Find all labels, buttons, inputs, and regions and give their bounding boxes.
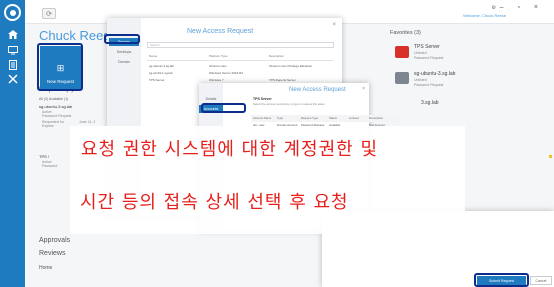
requests-tabs[interactable]: All (2) Available (1)	[39, 97, 68, 101]
column-header[interactable]: Platform Type	[209, 54, 227, 58]
nav-approvals[interactable]: Approvals	[39, 237, 70, 244]
tab-domain[interactable]: Domain	[109, 58, 139, 66]
column-header[interactable]: Lockout	[349, 116, 359, 120]
document-icon[interactable]	[5, 58, 20, 71]
logo-icon	[4, 4, 21, 21]
highlight-accounts-tab	[201, 103, 246, 113]
cell: sg-win19-1.sg.lab	[149, 71, 173, 75]
favorite-name[interactable]: sg-ubuntu-3.sg.lab	[414, 71, 455, 77]
cell: Windows Server 2019 R2	[209, 71, 244, 75]
indicator-dot	[549, 155, 552, 158]
nav-home[interactable]: Home	[39, 265, 52, 271]
server-icon	[395, 46, 409, 58]
nav-rail	[0, 0, 25, 287]
requested-time: June 14, 2	[79, 120, 96, 124]
cell: sg-ubuntu-3.sg.lab	[149, 64, 174, 68]
nav-reviews[interactable]: Reviews	[39, 250, 65, 257]
table-row[interactable]: sg-ubuntu-3.sg.lab Ubuntu Linux Ubuntu L…	[147, 63, 334, 70]
column-header[interactable]: Description	[269, 54, 284, 58]
column-header[interactable]: Status	[329, 116, 337, 120]
window-controls[interactable]: – ▫ ×	[500, 4, 544, 11]
cancel-button[interactable]: Cancel	[530, 276, 552, 285]
system-info: Select the account and policy or type to…	[253, 102, 325, 106]
cell: Ubuntu Linux Privilege Elevation	[269, 64, 313, 68]
annotation-overlay: 요청 권한 시스템에 대한 계정권한 및 시간 등의 접속 상세 선택 후 요청	[70, 126, 465, 234]
dialog-title: New Access Request	[187, 28, 254, 35]
annotation-line-1: 요청 권한 시스템에 대한 계정권한 및	[81, 139, 379, 160]
cell: Ubuntu Linux	[209, 64, 227, 68]
favorite-type: Password Request	[414, 56, 444, 60]
search-input[interactable]: Search	[147, 42, 334, 48]
favorite-type: Password Request	[414, 83, 444, 87]
column-header[interactable]: Account Name	[253, 116, 271, 120]
highlight-submit	[474, 273, 529, 287]
dialog-title: New Access Request	[289, 87, 346, 93]
welcome-text[interactable]: Welcome, Chuck Reese	[463, 13, 506, 18]
highlight-servers-tab	[104, 34, 140, 44]
cell: TPS Server	[149, 78, 165, 82]
column-header[interactable]: Type	[277, 116, 283, 120]
notification-icon[interactable]: ⚙	[492, 5, 496, 11]
favorite-name[interactable]: 3.sg.lab	[421, 100, 439, 106]
highlight-new-request	[37, 43, 83, 91]
cell: TPS Reports Server	[269, 78, 296, 82]
favorite-status: Unlisted	[414, 51, 427, 55]
request-item-name[interactable]: sg-ubuntu-3.sg.lab	[39, 104, 72, 109]
request-item-name[interactable]: TPS !	[39, 154, 49, 159]
refresh-button[interactable]: ⟳	[42, 8, 56, 19]
cell: Windows 7	[209, 78, 224, 82]
column-header[interactable]: Description	[369, 116, 383, 120]
close-icon[interactable]: ×	[362, 86, 365, 92]
tools-icon[interactable]	[5, 72, 20, 85]
grid-header: Account Name Type Request Type Status Lo…	[251, 115, 401, 122]
close-icon[interactable]: ×	[332, 22, 336, 28]
table-row[interactable]: sg-win19-1.sg.lab Windows Server 2019 R2	[147, 70, 334, 77]
server-icon	[395, 72, 409, 84]
expires-label: Expires	[42, 124, 54, 128]
annotation-line-2: 시간 등의 접속 상세 선택 후 요청	[80, 192, 349, 213]
home-icon[interactable]	[5, 28, 20, 41]
favorites-title: Favorites (3)	[390, 30, 421, 36]
request-item-type: Password Request	[42, 114, 72, 118]
screen: ⟳ ⚙ Welcome, Chuck Reese – ▫ × Chuck Ree…	[0, 0, 554, 287]
favorite-status: Unlisted	[414, 78, 427, 82]
favorite-name[interactable]: TPS Server	[414, 44, 440, 50]
column-header[interactable]: Name	[149, 54, 157, 58]
system-name: TPS Server	[253, 97, 272, 101]
tab-desktops[interactable]: Desktops	[109, 48, 139, 56]
request-item-type: Password	[42, 164, 58, 168]
grid-header: Name Platform Type Description	[147, 53, 334, 61]
monitor-icon[interactable]	[5, 44, 20, 57]
column-header[interactable]: Request Type	[301, 116, 318, 120]
tab-details[interactable]: Details	[199, 95, 223, 103]
